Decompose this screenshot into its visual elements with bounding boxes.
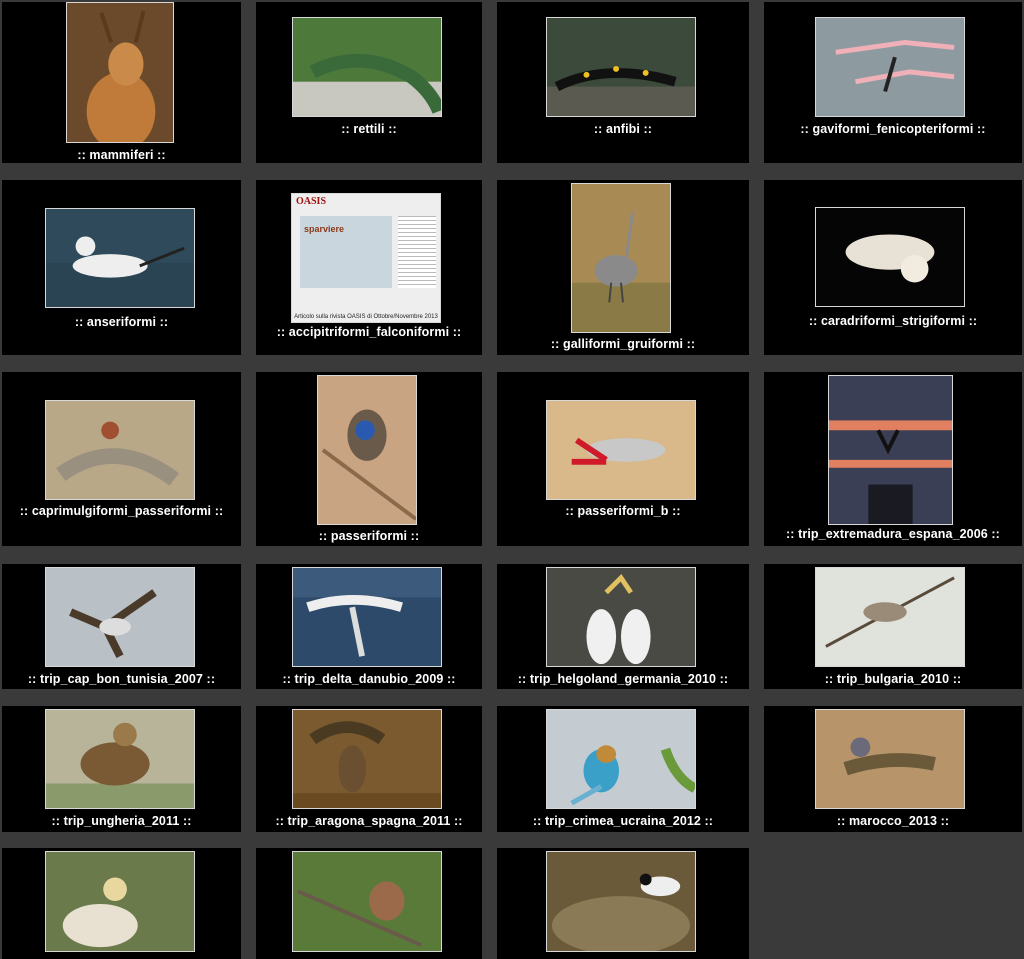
kite-photo-thumbnail[interactable] xyxy=(45,567,195,667)
gallery-item[interactable]: :: trip_helgoland_germania_2010 :: xyxy=(497,564,749,689)
gallery-item-caption[interactable]: :: caradriformi_strigiformi :: xyxy=(764,314,1022,328)
gallery-item[interactable]: :: trip_aragona_spagna_2011 :: xyxy=(256,706,482,832)
magazine-title: sparviere xyxy=(304,224,345,234)
magazine-brand: OASIS xyxy=(296,196,327,207)
duck-photo-thumbnail[interactable] xyxy=(45,208,195,308)
gallery-item-caption[interactable]: :: trip_cap_bon_tunisia_2007 :: xyxy=(2,672,241,686)
waxwing-photo-thumbnail[interactable] xyxy=(45,400,195,500)
gallery-item[interactable]: :: galliformi_gruiformi :: xyxy=(497,180,749,355)
salamander-photo-thumbnail[interactable] xyxy=(546,17,696,117)
gallery-item[interactable] xyxy=(497,848,749,959)
wagtail-photo-thumbnail[interactable] xyxy=(546,851,696,952)
flamingo-photo-thumbnail[interactable] xyxy=(815,17,965,117)
gallery-item-caption[interactable]: :: trip_helgoland_germania_2010 :: xyxy=(497,672,749,686)
barn-owl-photo-thumbnail[interactable] xyxy=(815,207,965,307)
pelican-photo-thumbnail[interactable] xyxy=(292,567,442,667)
gallery-item[interactable]: :: passeriformi :: xyxy=(256,372,482,546)
gallery-item[interactable]: :: trip_extremadura_espana_2006 :: xyxy=(764,372,1022,546)
gallery-item-caption[interactable]: :: caprimulgiformi_passeriformi :: xyxy=(2,504,241,518)
photo-gallery: :: mammiferi :::: rettili :::: anfibi ::… xyxy=(0,0,1024,959)
agama-photo-thumbnail[interactable] xyxy=(815,709,965,809)
gallery-item-caption[interactable]: :: galliformi_gruiformi :: xyxy=(497,337,749,351)
gallery-item[interactable]: :: caprimulgiformi_passeriformi :: xyxy=(2,372,241,546)
gallery-item-caption[interactable]: :: trip_delta_danubio_2009 :: xyxy=(256,672,482,686)
gallery-item-caption[interactable]: :: mammiferi :: xyxy=(2,148,241,162)
gallery-item[interactable]: :: caradriformi_strigiformi :: xyxy=(764,180,1022,355)
gallery-item-caption[interactable]: :: trip_crimea_ucraina_2012 :: xyxy=(497,814,749,828)
owl-prey-photo-thumbnail[interactable] xyxy=(292,709,442,809)
gallery-item[interactable]: :: gaviformi_fenicopteriformi :: xyxy=(764,2,1022,163)
magazine-note: Articolo sulla rivista OASIS di Ottobre/… xyxy=(294,314,438,320)
vulture-photo-thumbnail[interactable] xyxy=(45,851,195,952)
bluethroat-photo-thumbnail[interactable] xyxy=(317,375,417,525)
gallery-item-caption[interactable]: :: trip_bulgaria_2010 :: xyxy=(764,672,1022,686)
gallery-item[interactable]: :: anfibi :: xyxy=(497,2,749,163)
gallery-item[interactable]: :: trip_cap_bon_tunisia_2007 :: xyxy=(2,564,241,689)
gallery-item[interactable]: OASIS sparviere Articolo sulla rivista OAS… xyxy=(256,180,482,355)
gallery-item-caption[interactable]: :: trip_ungheria_2011 :: xyxy=(2,814,241,828)
gallery-item-caption[interactable]: :: passeriformi_b :: xyxy=(497,504,749,518)
gallery-item-caption[interactable]: :: marocco_2013 :: xyxy=(764,814,1022,828)
gallery-item-caption[interactable]: :: passeriformi :: xyxy=(256,529,482,543)
gallery-item[interactable]: :: marocco_2013 :: xyxy=(764,706,1022,832)
wallcreeper-photo-thumbnail[interactable] xyxy=(546,400,696,500)
gallery-item[interactable]: :: anseriformi :: xyxy=(2,180,241,355)
gallery-item-caption[interactable]: :: rettili :: xyxy=(256,122,482,136)
gallery-item-caption[interactable]: :: trip_extremadura_espana_2006 :: xyxy=(764,527,1022,541)
gallery-item-caption[interactable]: :: trip_aragona_spagna_2011 :: xyxy=(256,814,482,828)
warbler-photo-thumbnail[interactable] xyxy=(815,567,965,667)
gallery-item[interactable]: :: trip_ungheria_2011 :: xyxy=(2,706,241,832)
gallery-item-caption[interactable]: :: gaviformi_fenicopteriformi :: xyxy=(764,122,1022,136)
eagle-photo-thumbnail[interactable] xyxy=(45,709,195,809)
deer-photo-thumbnail[interactable] xyxy=(66,2,174,143)
stork-nest-photo-thumbnail[interactable] xyxy=(828,375,953,525)
lizard-photo-thumbnail[interactable] xyxy=(292,17,442,117)
gallery-item-caption[interactable]: :: anfibi :: xyxy=(497,122,749,136)
gallery-item[interactable]: :: mammiferi :: xyxy=(2,2,241,163)
robin-photo-thumbnail[interactable] xyxy=(292,851,442,952)
gallery-item[interactable]: :: passeriformi_b :: xyxy=(497,372,749,546)
gallery-item[interactable]: :: rettili :: xyxy=(256,2,482,163)
gallery-item[interactable]: :: trip_delta_danubio_2009 :: xyxy=(256,564,482,689)
gallery-item[interactable] xyxy=(2,848,241,959)
gannet-photo-thumbnail[interactable] xyxy=(546,567,696,667)
gallery-item[interactable]: :: trip_bulgaria_2010 :: xyxy=(764,564,1022,689)
gallery-item[interactable]: :: trip_crimea_ucraina_2012 :: xyxy=(497,706,749,832)
roller-photo-thumbnail[interactable] xyxy=(546,709,696,809)
gallery-item[interactable] xyxy=(256,848,482,959)
gallery-item-caption[interactable]: :: anseriformi :: xyxy=(2,315,241,329)
crane-photo-thumbnail[interactable] xyxy=(571,183,671,333)
magazine-article-thumbnail[interactable]: OASIS sparviere Articolo sulla rivista OAS… xyxy=(291,193,441,323)
gallery-item-caption[interactable]: :: accipitriformi_falconiformi :: xyxy=(256,325,482,339)
